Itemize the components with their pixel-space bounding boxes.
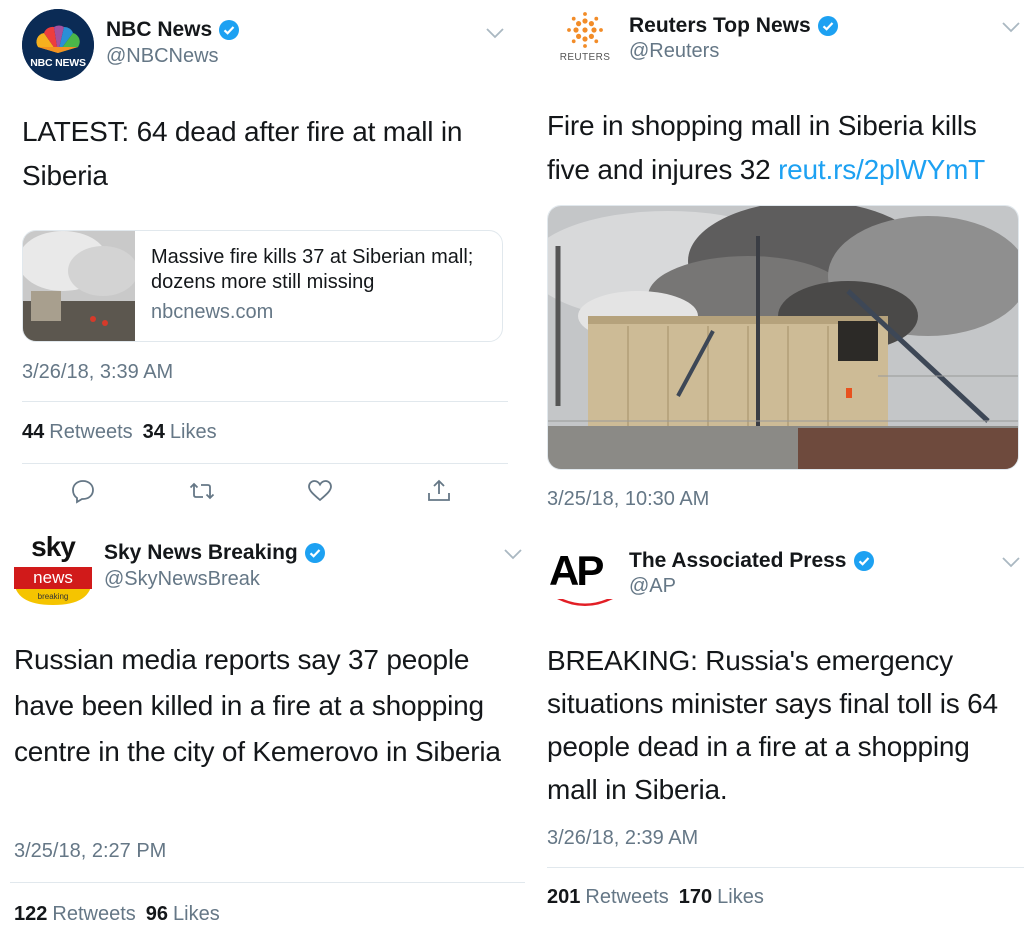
author-name[interactable]: Reuters Top News [629,14,811,38]
mall-fire-photo [548,206,1018,469]
author-name[interactable]: NBC News [106,18,212,42]
author-name[interactable]: The Associated Press [629,549,847,573]
author-name[interactable]: Sky News Breaking [104,541,298,565]
author-handle[interactable]: @Reuters [629,40,719,63]
share-icon[interactable] [426,478,452,504]
chevron-down-icon[interactable] [1002,21,1020,33]
sky-news-word: news [33,568,73,587]
link-card[interactable]: Massive fire kills 37 at Siberian mall; … [22,230,503,342]
divider [22,463,508,464]
verified-badge-icon [817,16,838,36]
engagement-stats: 44 Retweets 34 Likes [22,421,217,444]
tweet-ap[interactable]: AP The Associated Press @AP BREAKING: Ru… [525,525,1024,928]
retweets-stat[interactable]: 44 Retweets [22,421,133,444]
tweet-text: LATEST: 64 dead after fire at mall in Si… [22,116,463,191]
sky-avatar[interactable]: sky news breaking [14,531,92,607]
divider [22,401,508,402]
author-row: The Associated Press [629,549,874,573]
reuters-avatar[interactable]: REUTERS [555,10,615,70]
verified-badge-icon [304,543,325,563]
timestamp[interactable]: 3/26/18, 2:39 AM [547,827,698,850]
tweet-text: BREAKING: Russia's emergency situations … [547,645,998,805]
divider [547,867,1024,868]
card-title: Massive fire kills 37 at Siberian mall; … [151,246,474,293]
ap-avatar[interactable]: AP [547,543,619,615]
action-bar [0,478,512,512]
reply-icon[interactable] [70,478,96,504]
retweets-stat[interactable]: 122 Retweets [14,903,136,926]
tweet-text: Fire in shopping mall in Siberia kills f… [547,104,1022,192]
tweet-photo[interactable] [547,205,1019,470]
author-handle[interactable]: @AP [629,575,676,598]
chevron-down-icon[interactable] [1002,556,1020,568]
nbc-peacock-icon [22,9,94,81]
like-heart-icon[interactable] [307,478,333,504]
sky-breaking-word: breaking [37,592,69,601]
tweet-text: Russian media reports say 37 people have… [14,644,501,767]
engagement-stats: 201 Retweets 170 Likes [547,886,764,909]
card-domain: nbcnews.com [151,301,274,323]
nbc-avatar-text: NBC NEWS [30,57,86,69]
reuters-logo-icon [567,12,603,48]
tweet-reuters[interactable]: REUTERS Reuters Top News @Reuters Fire i… [525,0,1024,525]
author-handle[interactable]: @NBCNews [106,45,219,68]
verified-badge-icon [853,551,874,571]
divider [10,882,525,883]
sky-logo-text: sky [31,531,76,562]
engagement-stats: 122 Retweets 96 Likes [14,903,220,926]
author-row: Sky News Breaking [104,541,325,565]
author-row: Reuters Top News [629,14,838,38]
card-thumbnail [23,231,138,341]
ap-red-arc-icon [557,599,613,606]
verified-badge-icon [219,20,240,40]
nbc-avatar[interactable]: NBC NEWS [22,9,94,81]
tweet-link[interactable]: reut.rs/2plWYmT [778,154,985,185]
author-handle[interactable]: @SkyNewsBreak [104,568,260,591]
tweet-sky[interactable]: sky news breaking Sky News Breaking @Sky… [0,525,525,928]
likes-stat[interactable]: 96 Likes [146,903,220,926]
chevron-down-icon[interactable] [504,548,522,560]
timestamp[interactable]: 3/25/18, 2:27 PM [14,840,166,863]
retweet-icon[interactable] [189,478,215,504]
ap-logo-text: AP [549,547,604,594]
likes-stat[interactable]: 34 Likes [143,421,217,444]
retweets-stat[interactable]: 201 Retweets [547,886,669,909]
reuters-avatar-text: REUTERS [559,52,611,63]
timestamp[interactable]: 3/25/18, 10:30 AM [547,488,709,511]
author-row: NBC News [106,18,240,42]
likes-stat[interactable]: 170 Likes [679,886,764,909]
timestamp[interactable]: 3/26/18, 3:39 AM [22,361,173,384]
chevron-down-icon[interactable] [486,27,504,39]
tweet-nbc[interactable]: NBC NEWS NBC News @NBCNews LATEST: 64 de… [0,0,512,525]
